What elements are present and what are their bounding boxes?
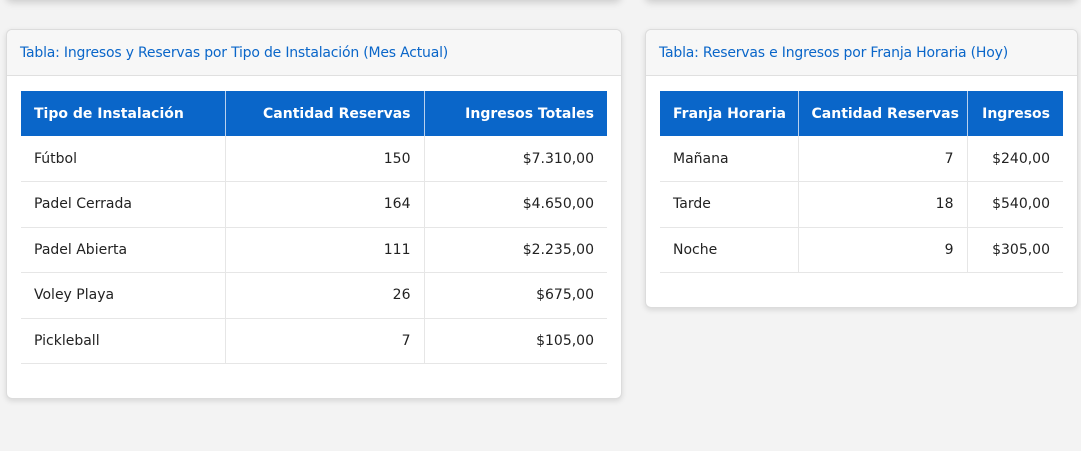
column-header-cantidad[interactable]: Cantidad Reservas: [798, 91, 968, 136]
cell-cantidad: 111: [225, 227, 425, 273]
table-instalaciones: Tipo de Instalación Cantidad Reservas In…: [21, 91, 607, 364]
column-header-cantidad[interactable]: Cantidad Reservas: [225, 91, 425, 136]
card-ingresos-por-instalacion: Tabla: Ingresos y Reservas por Tipo de I…: [6, 29, 622, 399]
table-row: Voley Playa 26 $675,00: [21, 272, 607, 319]
cell-franja: Tarde: [660, 181, 799, 228]
cell-ingresos: $540,00: [967, 181, 1063, 228]
table-row: Fútbol 150 $7.310,00: [21, 136, 607, 182]
cell-cantidad: 7: [798, 136, 968, 182]
cell-cantidad: 18: [798, 181, 968, 228]
card-title: Tabla: Ingresos y Reservas por Tipo de I…: [7, 30, 621, 76]
column-header-ingresos[interactable]: Ingresos Totales: [424, 91, 607, 136]
cell-ingresos: $4.650,00: [424, 181, 607, 228]
column-header-franja[interactable]: Franja Horaria: [660, 91, 799, 136]
cell-ingresos: $675,00: [424, 272, 607, 319]
table-row: Tarde 18 $540,00: [660, 181, 1063, 228]
table-header-row: Franja Horaria Cantidad Reservas Ingreso…: [660, 91, 1063, 136]
cell-cantidad: 9: [798, 227, 968, 273]
cell-franja: Mañana: [660, 136, 799, 182]
cell-ingresos: $105,00: [424, 318, 607, 364]
cell-tipo: Voley Playa: [21, 272, 226, 319]
cell-tipo: Padel Cerrada: [21, 181, 226, 228]
cell-ingresos: $240,00: [967, 136, 1063, 182]
card-title: Tabla: Reservas e Ingresos por Franja Ho…: [646, 30, 1077, 76]
table-row: Padel Cerrada 164 $4.650,00: [21, 181, 607, 228]
cell-tipo: Fútbol: [21, 136, 226, 182]
column-header-tipo[interactable]: Tipo de Instalación: [21, 91, 226, 136]
cell-cantidad: 150: [225, 136, 425, 182]
table-row: Padel Abierta 111 $2.235,00: [21, 227, 607, 273]
cell-ingresos: $7.310,00: [424, 136, 607, 182]
card-reservas-por-franja: Tabla: Reservas e Ingresos por Franja Ho…: [645, 29, 1078, 308]
table-header-row: Tipo de Instalación Cantidad Reservas In…: [21, 91, 607, 136]
cell-tipo: Pickleball: [21, 318, 226, 364]
table-row: Mañana 7 $240,00: [660, 136, 1063, 182]
cell-ingresos: $305,00: [967, 227, 1063, 273]
table-row: Pickleball 7 $105,00: [21, 318, 607, 364]
cell-cantidad: 26: [225, 272, 425, 319]
column-header-ingresos[interactable]: Ingresos: [967, 91, 1063, 136]
cell-cantidad: 164: [225, 181, 425, 228]
table-franjas: Franja Horaria Cantidad Reservas Ingreso…: [660, 91, 1063, 273]
table-row: Noche 9 $305,00: [660, 227, 1063, 273]
cell-ingresos: $2.235,00: [424, 227, 607, 273]
cell-franja: Noche: [660, 227, 799, 273]
cell-cantidad: 7: [225, 318, 425, 364]
cell-tipo: Padel Abierta: [21, 227, 226, 273]
